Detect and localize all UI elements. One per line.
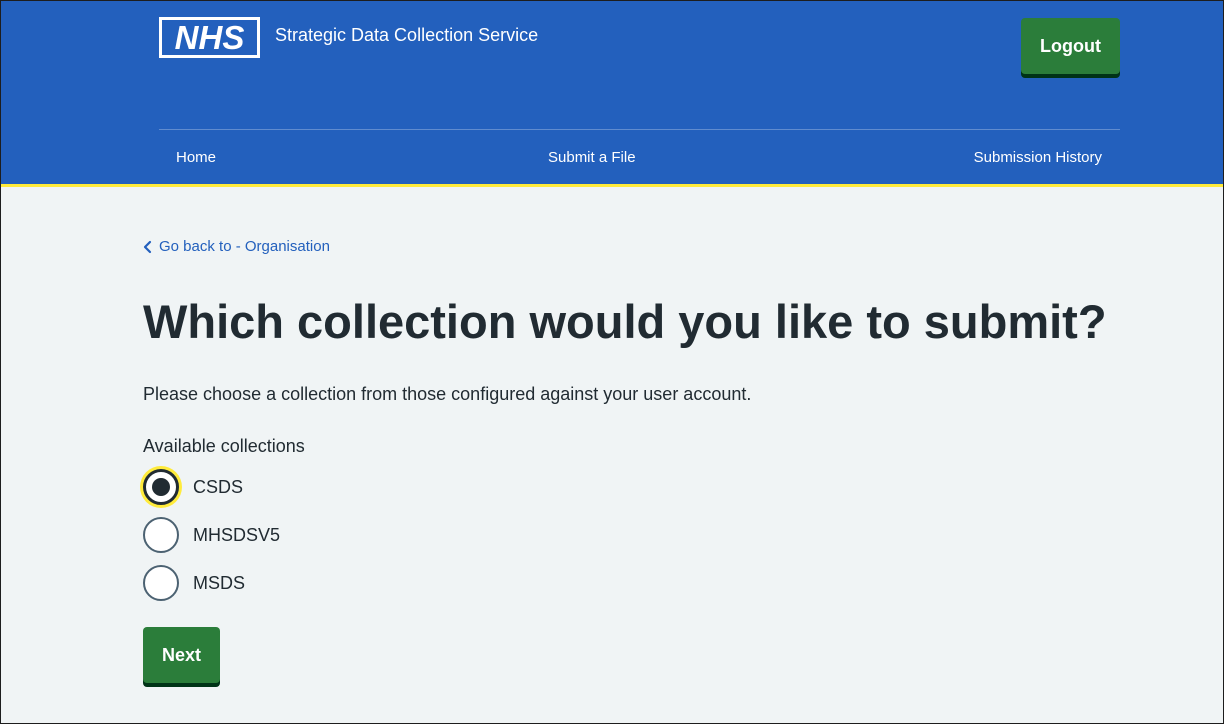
service-name: Strategic Data Collection Service	[275, 25, 539, 45]
back-link-label: Go back to - Organisation	[159, 238, 330, 255]
radio-label-mhsdsv5[interactable]: MHSDSV5	[193, 523, 280, 547]
radio-button-csds[interactable]	[143, 469, 179, 505]
nav-item-submission-history[interactable]: Submission History	[974, 148, 1102, 168]
radio-option-csds[interactable]: CSDS	[143, 469, 243, 505]
radio-label-csds[interactable]: CSDS	[193, 475, 243, 499]
back-link[interactable]: Go back to - Organisation	[143, 237, 330, 257]
logout-button[interactable]: Logout	[1021, 18, 1120, 74]
nav-divider	[159, 129, 1120, 130]
radio-button-msds[interactable]	[143, 565, 179, 601]
radio-option-mhsdsv5[interactable]: MHSDSV5	[143, 517, 280, 553]
nhs-logo[interactable]: NHS	[159, 17, 260, 58]
site-header: NHS Strategic Data Collection Service Lo…	[1, 1, 1223, 187]
radio-option-msds[interactable]: MSDS	[143, 565, 245, 601]
page-title: Which collection would you like to submi…	[143, 295, 1107, 348]
collections-legend: Available collections	[143, 436, 305, 456]
nhs-logo-text: NHS	[175, 20, 245, 55]
nav-item-home[interactable]: Home	[176, 148, 216, 168]
radio-button-mhsdsv5[interactable]	[143, 517, 179, 553]
nhs-logo-graphic: NHS	[162, 20, 257, 55]
intro-text: Please choose a collection from those co…	[143, 384, 752, 404]
radio-label-msds[interactable]: MSDS	[193, 571, 245, 595]
next-button[interactable]: Next	[143, 627, 220, 683]
chevron-left-icon	[143, 240, 152, 254]
nav-item-submit-a-file[interactable]: Submit a File	[548, 148, 636, 168]
